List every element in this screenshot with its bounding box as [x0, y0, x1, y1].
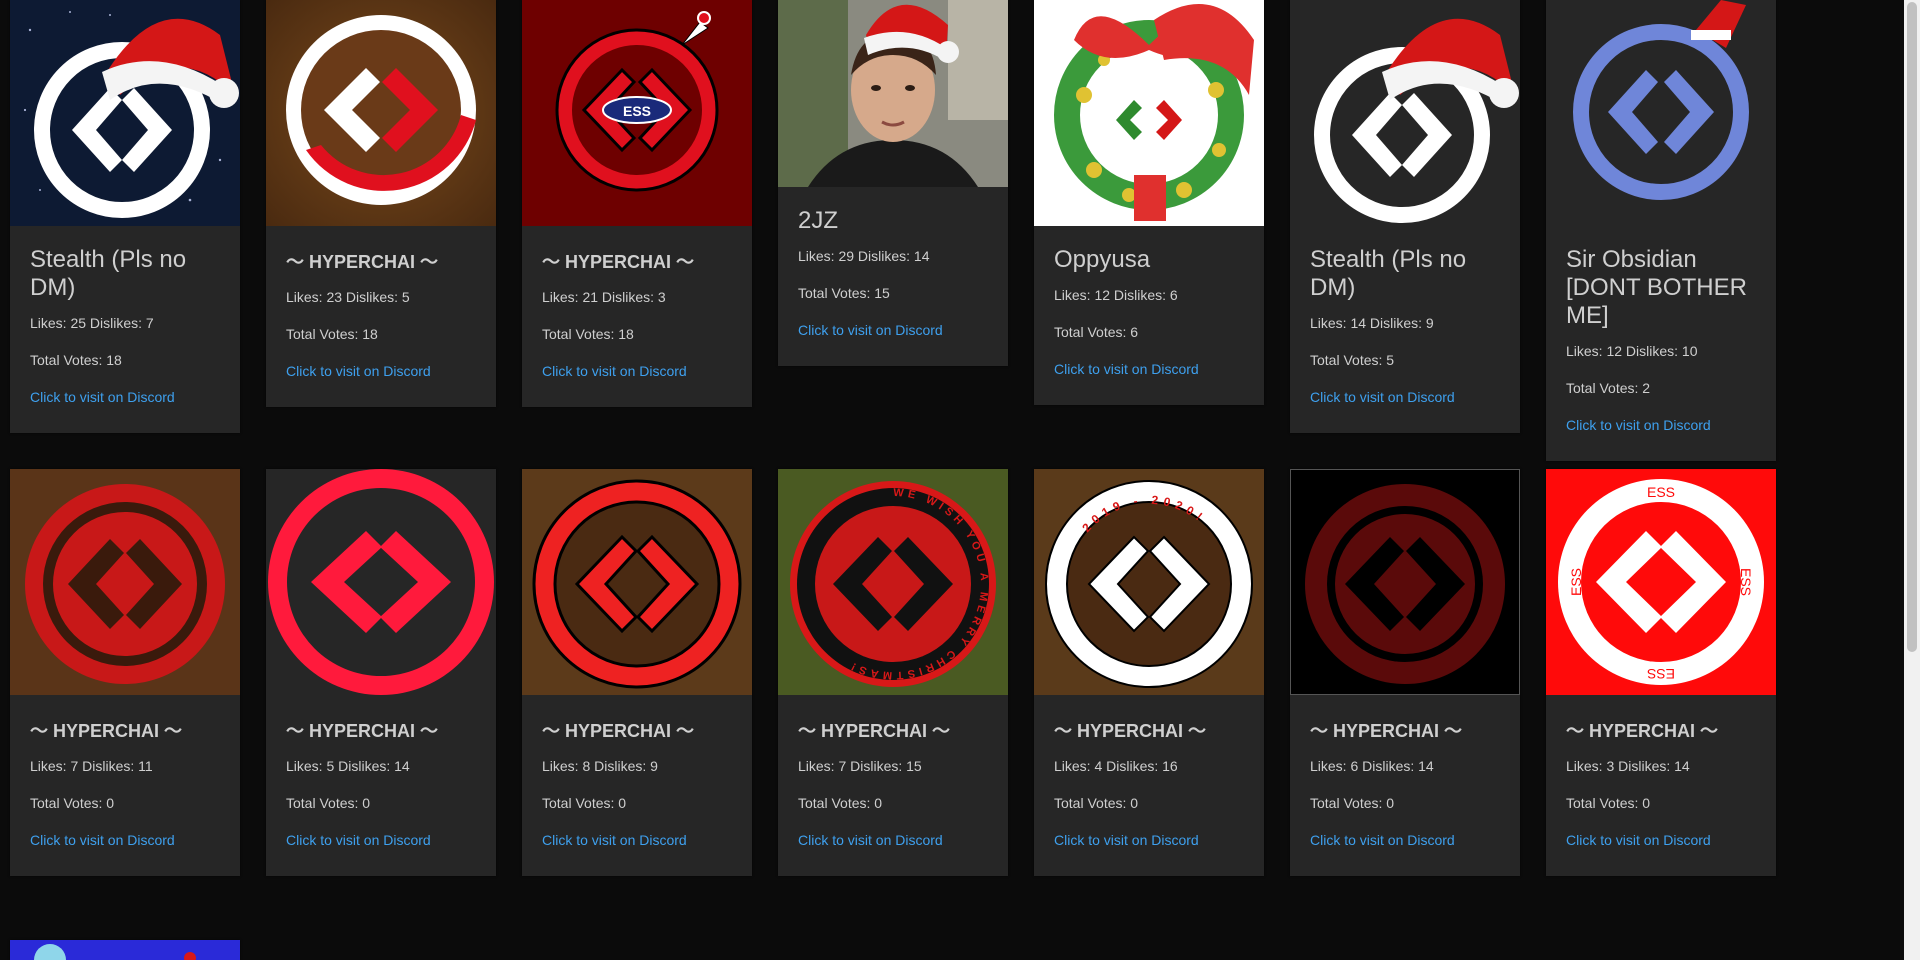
server-card: 2019 - 2020! ～ HYPERCHAI ～ Likes: 4 Disl… [1034, 469, 1264, 876]
discord-link[interactable]: Click to visit on Discord [1310, 388, 1500, 433]
ess-logo-icon[interactable]: ESS ESS ESS ESS [1546, 469, 1776, 695]
likes-text: Likes: 21 Dislikes: 3 [542, 289, 666, 305]
discord-link[interactable]: Click to visit on Discord [286, 362, 476, 407]
server-name: Stealth (Pls no DM) [30, 246, 187, 301]
server-name: ～ HYPERCHAI ～ [286, 721, 439, 741]
likes-text: Likes: 8 Dislikes: 9 [542, 758, 658, 774]
server-name: ～ HYPERCHAI ～ [542, 721, 695, 741]
likes-text: Likes: 6 Dislikes: 14 [1310, 758, 1434, 774]
scrollbar[interactable] [1904, 0, 1920, 960]
server-card: Oppyusa Likes: 12 Dislikes: 6 Total Vote… [1034, 0, 1264, 405]
christmas-text-logo-icon[interactable]: WE WISH YOU A MERRY CHRISTMAS! [778, 469, 1008, 695]
server-card: WE WISH YOU A MERRY CHRISTMAS! ～ HYPERCH… [778, 469, 1008, 876]
votes-text: Total Votes: 0 [1054, 795, 1139, 811]
svg-text:ESS: ESS [1568, 568, 1584, 596]
discord-link[interactable]: Click to visit on Discord [1566, 831, 1756, 876]
server-name: Oppyusa [1054, 246, 1151, 273]
discord-link[interactable]: Click to visit on Discord [798, 831, 988, 876]
server-name: Sir Obsidian [DONT BOTHER ME] [1566, 246, 1747, 329]
discord-link[interactable]: Click to visit on Discord [286, 831, 476, 876]
server-card: ～ HYPERCHAI ～ Likes: 7 Dislikes: 11 Tota… [10, 469, 240, 876]
server-card: ～ HYPERCHAI ～ Likes: 23 Dislikes: 5 Tota… [266, 0, 496, 407]
likes-text: Likes: 5 Dislikes: 14 [286, 758, 410, 774]
likes-text: Likes: 7 Dislikes: 15 [798, 758, 922, 774]
svg-text:ESS: ESS [623, 103, 651, 119]
votes-text: Total Votes: 18 [286, 326, 378, 342]
likes-text: Likes: 12 Dislikes: 10 [1566, 343, 1698, 359]
red-logo-icon[interactable] [266, 469, 496, 695]
server-name: ～ HYPERCHAI ～ [798, 721, 951, 741]
discord-link[interactable]: Click to visit on Discord [1310, 831, 1500, 876]
svg-text:ESS: ESS [1647, 484, 1675, 500]
server-card: ～ HYPERCHAI ～ Likes: 6 Dislikes: 14 Tota… [1290, 469, 1520, 876]
discord-link[interactable]: Click to visit on Discord [30, 831, 220, 876]
votes-text: Total Votes: 18 [30, 352, 122, 368]
server-name: ～ HYPERCHAI ～ [542, 252, 695, 272]
dark-text-logo-icon[interactable] [1290, 469, 1520, 695]
votes-text: Total Votes: 0 [286, 795, 371, 811]
server-card: Stealth (Pls no DM) Likes: 14 Dislikes: … [1290, 0, 1520, 433]
discord-link[interactable]: Click to visit on Discord [1566, 416, 1756, 461]
svg-text:ESS: ESS [1647, 666, 1675, 682]
santa-hat-logo-icon[interactable] [10, 0, 240, 226]
server-name: ～ HYPERCHAI ～ [1054, 721, 1207, 741]
votes-text: Total Votes: 0 [798, 795, 883, 811]
votes-text: Total Votes: 15 [798, 285, 890, 301]
server-card: ESS ～ HYPERCHAI ～ Likes: 21 Dislikes: 3 … [522, 0, 752, 407]
ornament-logo-icon[interactable]: ESS [522, 0, 752, 226]
votes-text: Total Votes: 18 [542, 326, 634, 342]
votes-text: Total Votes: 0 [1310, 795, 1395, 811]
striped-logo-icon[interactable] [266, 0, 496, 226]
votes-text: Total Votes: 2 [1566, 380, 1651, 396]
scrollbar-thumb[interactable] [1907, 2, 1917, 652]
votes-text: Total Votes: 0 [542, 795, 627, 811]
votes-text: Total Votes: 6 [1054, 324, 1139, 340]
discord-link[interactable]: Click to visit on Discord [542, 362, 732, 407]
discord-link[interactable]: Click to visit on Discord [542, 831, 732, 876]
votes-text: Total Votes: 0 [30, 795, 115, 811]
server-name: Stealth (Pls no DM) [1310, 246, 1467, 301]
server-grid: Stealth (Pls no DM) Likes: 25 Dislikes: … [10, 0, 1790, 960]
red-ring-logo-icon[interactable] [522, 469, 752, 695]
likes-text: Likes: 14 Dislikes: 9 [1310, 315, 1434, 331]
votes-text: Total Votes: 0 [1566, 795, 1651, 811]
likes-text: Likes: 23 Dislikes: 5 [286, 289, 410, 305]
server-card: ～ HYPERCHAI ～ Likes: 5 Dislikes: 14 Tota… [266, 469, 496, 876]
server-name: ～ HYPERCHAI ～ [30, 721, 183, 741]
likes-text: Likes: 4 Dislikes: 16 [1054, 758, 1178, 774]
server-name: ～ HYPERCHAI ～ [1310, 721, 1463, 741]
likes-text: Likes: 25 Dislikes: 7 [30, 315, 154, 331]
server-card: ESS ESS ESS ESS ～ HYPERCHAI ～ Likes: 3 D… [1546, 469, 1776, 876]
glitter-logo-icon[interactable] [10, 469, 240, 695]
likes-text: Likes: 3 Dislikes: 14 [1566, 758, 1690, 774]
server-card: Sir Obsidian [DONT BOTHER ME] Likes: 12 … [1546, 0, 1776, 461]
server-name: ～ HYPERCHAI ～ [286, 252, 439, 272]
likes-text: Likes: 29 Dislikes: 14 [798, 248, 930, 264]
white-ring-logo-icon[interactable]: 2019 - 2020! [1034, 469, 1264, 695]
discord-link[interactable]: Click to visit on Discord [1054, 831, 1244, 876]
discord-link[interactable]: Click to visit on Discord [1054, 360, 1244, 405]
server-name: ～ HYPERCHAI ～ [1566, 721, 1719, 741]
wreath-logo-icon[interactable] [1034, 0, 1264, 226]
pixel-logo-icon[interactable] [1546, 0, 1776, 226]
likes-text: Likes: 12 Dislikes: 6 [1054, 287, 1178, 303]
santa-hat-logo-icon[interactable] [1290, 0, 1520, 226]
partial-logo-icon[interactable] [10, 940, 240, 960]
server-card [10, 940, 240, 960]
person-photo-icon[interactable] [778, 0, 1008, 187]
discord-link[interactable]: Click to visit on Discord [30, 388, 220, 433]
server-card: 2JZ Likes: 29 Dislikes: 14 Total Votes: … [778, 0, 1008, 366]
likes-text: Likes: 7 Dislikes: 11 [30, 758, 153, 774]
server-card: Stealth (Pls no DM) Likes: 25 Dislikes: … [10, 0, 240, 433]
server-card: ～ HYPERCHAI ～ Likes: 8 Dislikes: 9 Total… [522, 469, 752, 876]
server-name: 2JZ [798, 207, 839, 234]
discord-link[interactable]: Click to visit on Discord [798, 321, 988, 366]
votes-text: Total Votes: 5 [1310, 352, 1395, 368]
svg-text:ESS: ESS [1738, 568, 1754, 596]
